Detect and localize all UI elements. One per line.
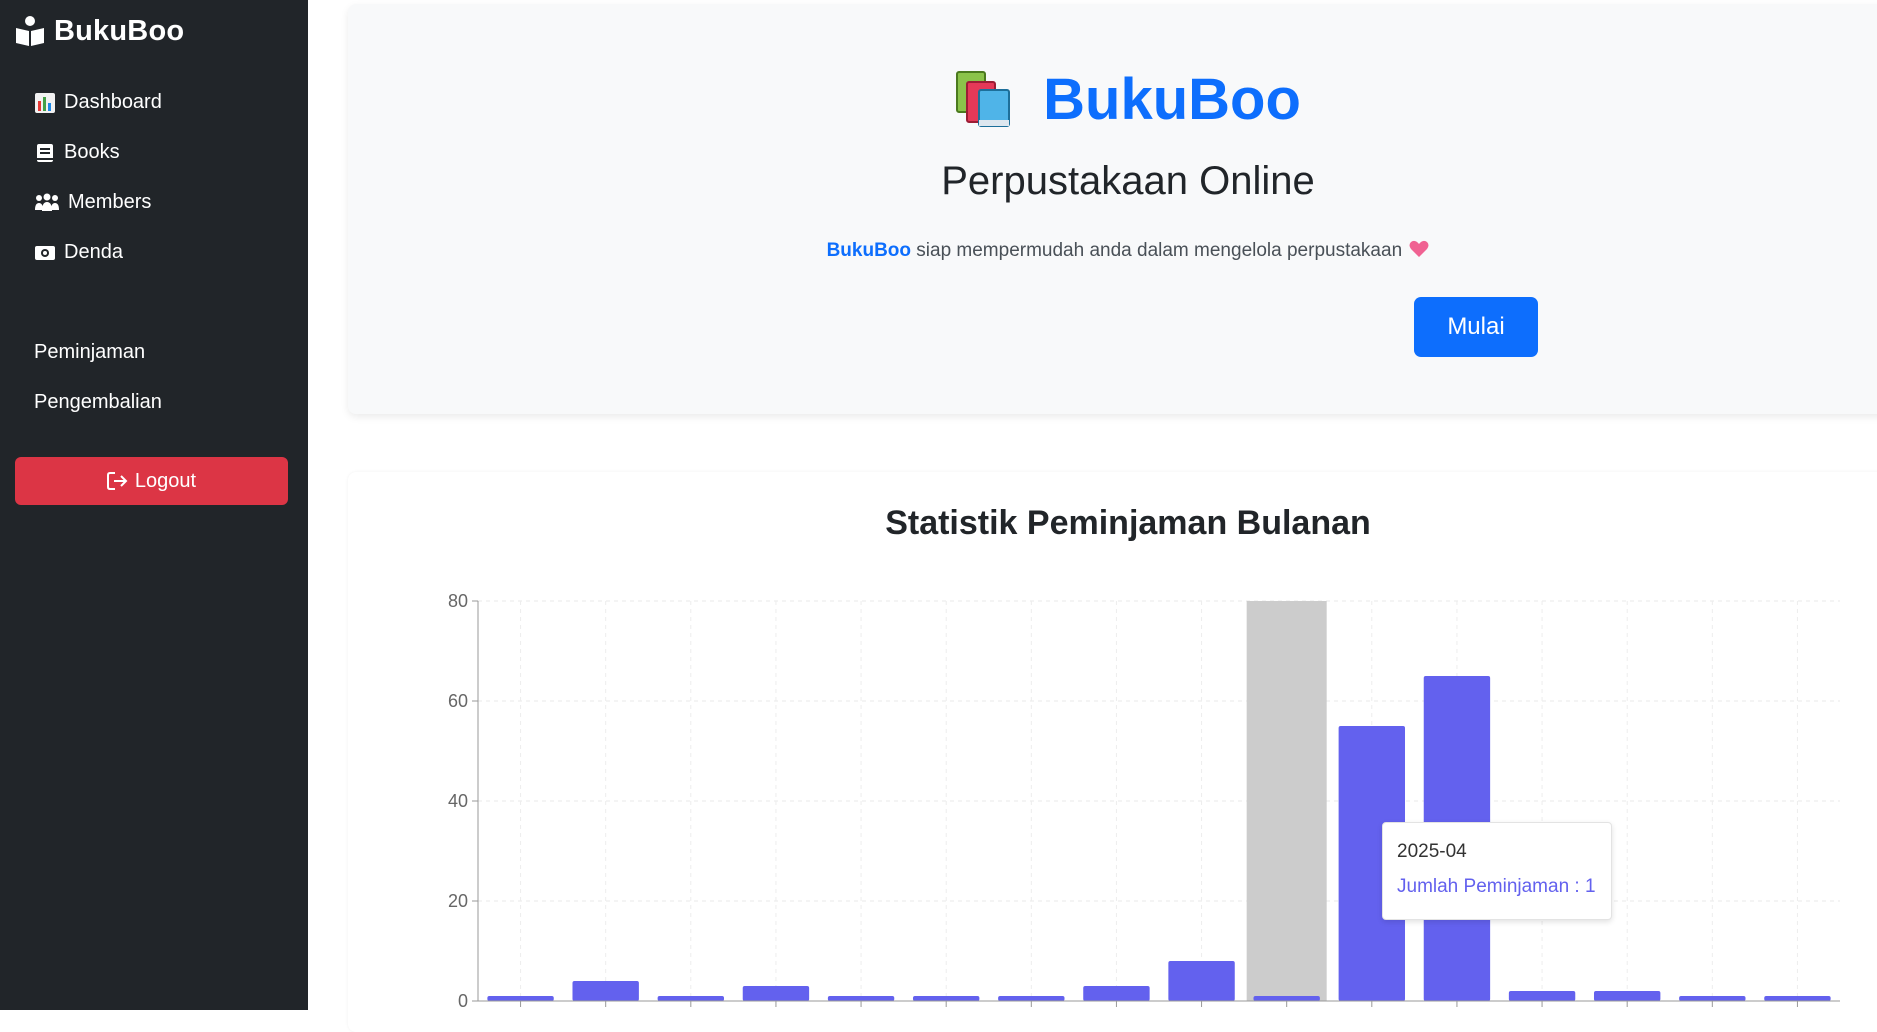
y-tick-label: 60 (448, 691, 468, 711)
chart-bar[interactable] (1593, 991, 1661, 1001)
chart-bar[interactable] (998, 996, 1065, 1001)
tooltip-value: Jumlah Peminjaman : 1 (1397, 876, 1596, 897)
chart-bar[interactable] (1083, 986, 1150, 1001)
chart-bar[interactable] (657, 996, 725, 1001)
chart-bar[interactable] (572, 981, 639, 1001)
chart-bar[interactable] (1508, 991, 1576, 1001)
chart-bar[interactable] (742, 986, 810, 1001)
chart-bar[interactable] (1764, 996, 1831, 1001)
y-tick-label: 0 (458, 991, 468, 1010)
chart-tooltip: 2025-04 Jumlah Peminjaman : 1 (1382, 822, 1612, 920)
chart-bar[interactable] (1253, 996, 1320, 1001)
chart-bar[interactable] (1679, 996, 1746, 1001)
tooltip-label: 2025-04 (1397, 841, 1467, 862)
y-tick-label: 40 (448, 791, 468, 811)
hover-cursor (1246, 601, 1327, 1001)
chart-bar[interactable] (1168, 961, 1235, 1001)
y-tick-label: 80 (448, 591, 468, 611)
y-tick-label: 20 (448, 891, 468, 911)
chart-bar[interactable] (912, 996, 980, 1001)
chart-bar[interactable] (827, 996, 895, 1001)
chart-bar[interactable] (487, 996, 554, 1001)
